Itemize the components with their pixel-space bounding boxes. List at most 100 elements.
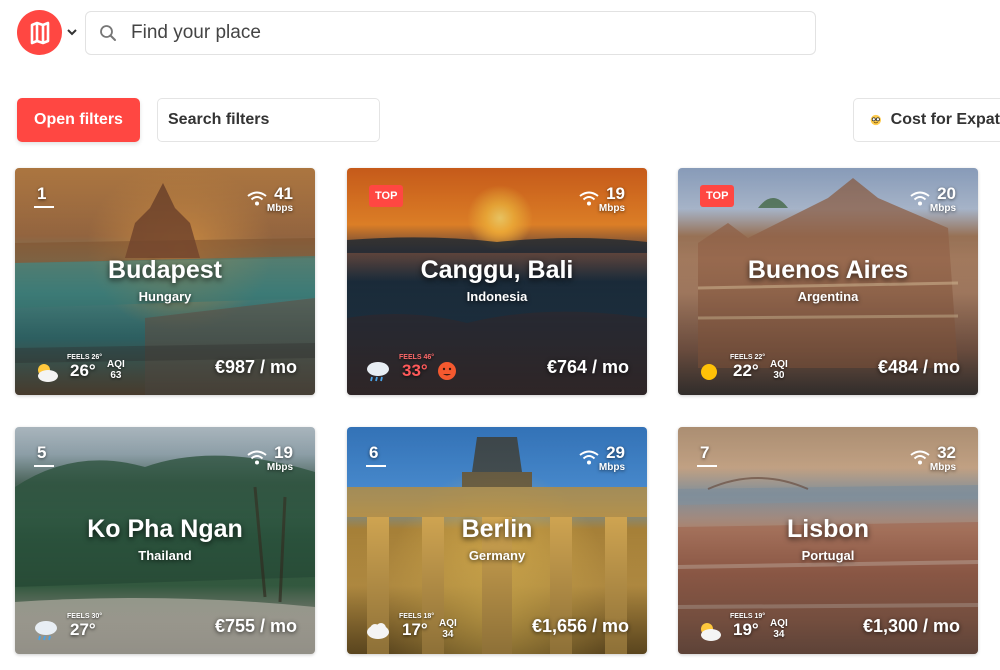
- partly-cloudy-icon: [38, 364, 58, 382]
- rank-number: 1: [37, 184, 47, 203]
- feels-like: FEELS 19°: [730, 613, 766, 620]
- top-badge: TOP: [700, 185, 735, 207]
- hot-face-icon: [438, 362, 456, 380]
- city-card-lisbon[interactable]: 7 32 Mbps Lisbon Portugal FEELS 19° 19° …: [678, 427, 978, 654]
- wifi-icon: [910, 450, 930, 465]
- temperature: 19°: [733, 620, 759, 639]
- city-name: Budapest: [108, 256, 222, 284]
- partly-cloudy-icon: [701, 623, 721, 641]
- air-quality: AQI 63: [107, 359, 125, 381]
- city-name: Berlin: [461, 515, 533, 543]
- temperature: 33°: [402, 361, 428, 380]
- country-name: Thailand: [138, 548, 192, 563]
- aqi-value: 30: [773, 370, 785, 381]
- aqi-value: 34: [773, 629, 785, 640]
- rank-underline: [34, 206, 54, 208]
- map-logo-icon: [30, 21, 49, 44]
- temperature: 17°: [402, 620, 428, 639]
- wifi-value: 19: [274, 443, 293, 462]
- wifi-value: 32: [937, 443, 956, 462]
- country-name: Argentina: [797, 289, 859, 304]
- wifi-unit: Mbps: [598, 462, 625, 473]
- search-bar[interactable]: [85, 11, 816, 55]
- rain-cloud-icon: [367, 362, 389, 382]
- air-quality: AQI 30: [770, 359, 788, 381]
- city-name: Buenos Aires: [747, 256, 909, 284]
- monthly-cost: €987 / mo: [214, 357, 297, 377]
- wifi-unit: Mbps: [266, 462, 293, 473]
- rank-underline: [366, 465, 386, 467]
- city-card-berlin[interactable]: 6 29 Mbps Berlin Germany FEELS 18° 17° A…: [347, 427, 647, 654]
- wifi-icon: [579, 191, 599, 206]
- open-filters-button[interactable]: Open filters: [17, 98, 140, 142]
- wifi-value: 41: [274, 184, 293, 203]
- country-name: Indonesia: [466, 289, 528, 304]
- rank-number: 5: [37, 443, 47, 462]
- wifi-value: 19: [606, 184, 625, 203]
- aqi-label: AQI: [439, 618, 457, 629]
- air-quality: AQI 34: [770, 618, 788, 640]
- wifi-speed: 20 Mbps: [930, 184, 956, 214]
- wifi-unit: Mbps: [598, 203, 625, 214]
- country-name: Germany: [468, 548, 526, 563]
- country-name: Hungary: [138, 289, 192, 304]
- city-name: Canggu, Bali: [420, 256, 574, 284]
- country-name: Portugal: [801, 548, 855, 563]
- logo[interactable]: [17, 10, 62, 55]
- top-badge: TOP: [369, 185, 404, 207]
- feels-like: FEELS 22°: [730, 354, 766, 361]
- chevron-down-icon[interactable]: [66, 26, 78, 38]
- temperature: 27°: [70, 620, 96, 639]
- feels-like: FEELS 30°: [67, 613, 103, 620]
- monthly-cost: €755 / mo: [214, 616, 297, 636]
- feels-like: FEELS 26°: [67, 354, 103, 361]
- city-card-ko-pha-ngan[interactable]: 5 19 Mbps Ko Pha Ngan Thailand FEELS 30°…: [15, 427, 315, 654]
- search-filters-input[interactable]: [168, 111, 368, 129]
- cloud-icon: [367, 623, 389, 639]
- rank-number: 7: [700, 443, 710, 462]
- city-name: Ko Pha Ngan: [87, 515, 243, 543]
- wifi-speed: 29 Mbps: [599, 443, 625, 473]
- wifi-icon: [910, 191, 930, 206]
- search-filters-field[interactable]: [157, 98, 380, 142]
- temperature: 22°: [733, 361, 759, 380]
- city-card-canggu-bali[interactable]: TOP 19 Mbps Canggu, Bali Indonesia FEELS…: [347, 168, 647, 395]
- wifi-unit: Mbps: [929, 203, 956, 214]
- aqi-value: 34: [442, 629, 454, 640]
- wifi-unit: Mbps: [929, 462, 956, 473]
- monthly-cost: €484 / mo: [877, 357, 960, 377]
- sort-cost-button[interactable]: Cost for Expat: [853, 98, 1000, 142]
- wifi-value: 20: [937, 184, 956, 203]
- aqi-value: 63: [110, 370, 122, 381]
- wifi-value: 29: [606, 443, 625, 462]
- feels-like: FEELS 46°: [399, 354, 435, 361]
- monthly-cost: €1,656 / mo: [531, 616, 629, 636]
- sort-label: Cost for Expat: [890, 111, 1000, 128]
- city-card-budapest[interactable]: 1 41 Mbps Budapest Hungary FEELS 26° 26°…: [15, 168, 315, 395]
- search-input[interactable]: [131, 22, 731, 44]
- wifi-icon: [247, 191, 267, 206]
- aqi-label: AQI: [107, 359, 125, 370]
- wifi-speed: 19 Mbps: [599, 184, 625, 214]
- wifi-speed: 32 Mbps: [930, 443, 956, 473]
- wifi-icon: [247, 450, 267, 465]
- monthly-cost: €1,300 / mo: [862, 616, 960, 636]
- search-icon: [100, 25, 116, 41]
- wifi-icon: [579, 450, 599, 465]
- rain-cloud-icon: [35, 621, 57, 641]
- wifi-unit: Mbps: [266, 203, 293, 214]
- city-card-buenos-aires[interactable]: TOP 20 Mbps Buenos Aires Argentina FEELS…: [678, 168, 978, 395]
- aqi-label: AQI: [770, 359, 788, 370]
- rank-underline: [697, 465, 717, 467]
- rank-underline: [34, 465, 54, 467]
- nerd-face-icon: [870, 114, 882, 126]
- rank-number: 6: [369, 443, 379, 462]
- aqi-label: AQI: [770, 618, 788, 629]
- city-name: Lisbon: [787, 515, 869, 543]
- wifi-speed: 19 Mbps: [267, 443, 293, 473]
- air-quality: AQI 34: [439, 618, 457, 640]
- temperature: 26°: [70, 361, 96, 380]
- feels-like: FEELS 18°: [399, 613, 435, 620]
- wifi-speed: 41 Mbps: [267, 184, 293, 214]
- sun-icon: [701, 364, 717, 380]
